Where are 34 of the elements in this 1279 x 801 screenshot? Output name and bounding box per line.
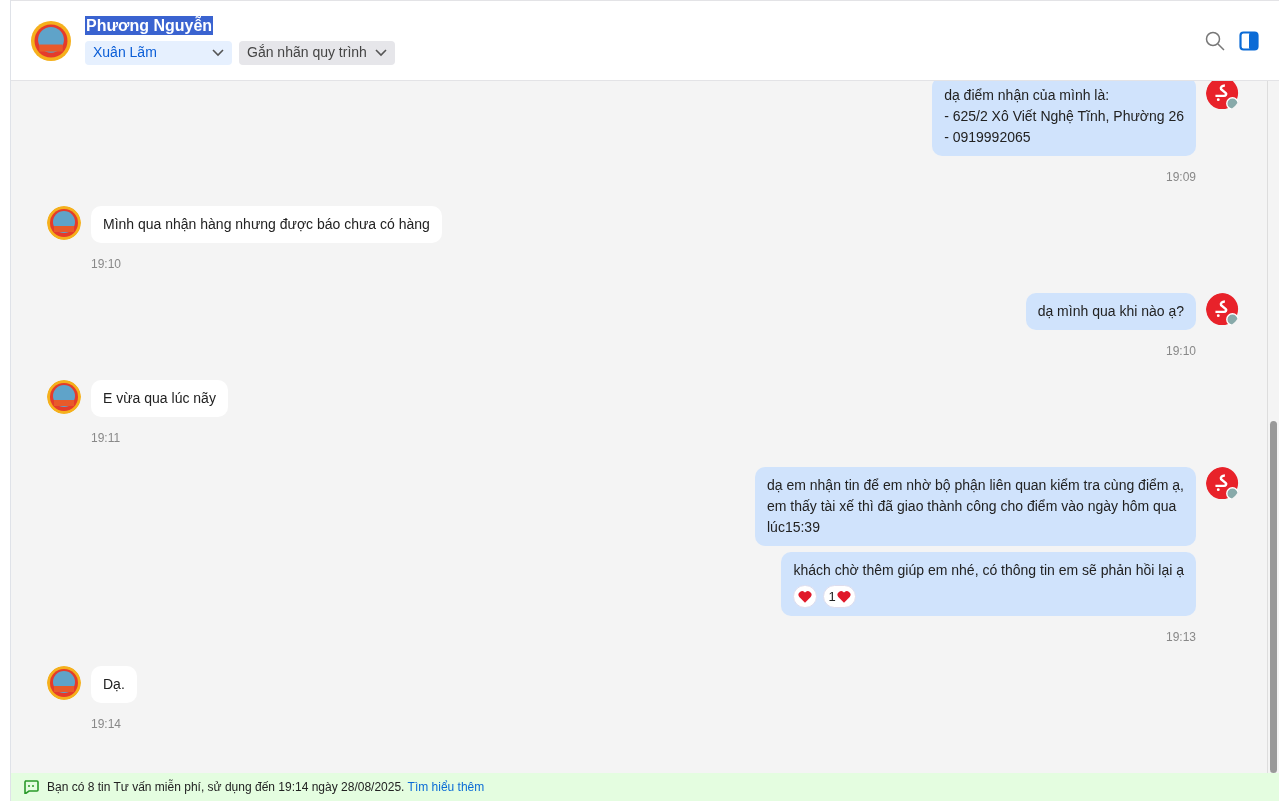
chat-icon: [23, 780, 39, 794]
message-bubble: E vừa qua lúc nãy: [91, 380, 228, 417]
message-time: 19:09: [1165, 169, 1196, 186]
chevron-down-icon: [212, 48, 224, 57]
chevron-down-icon: [374, 48, 387, 57]
message-time: 19:11: [91, 430, 122, 447]
tag-dropdown[interactable]: Gắn nhãn quy trình: [239, 40, 395, 65]
message-bubble: dạ điểm nhận của mình là: - 625/2 Xô Viết Nghệ Tĩnh, Phường 26 - 0919992065: [932, 81, 1196, 156]
message-time: 19:14: [91, 716, 123, 733]
message-bubble: khách chờ thêm giúp em nhé, có thông tin em sẽ phản hồi lại ạ 1: [781, 552, 1196, 616]
message-time: 19:10: [1165, 343, 1196, 360]
contact-avatar[interactable]: [47, 666, 81, 700]
message-time: 19:10: [91, 256, 123, 273]
message-bubble: Mình qua nhận hàng nhưng được báo chưa có hàng: [91, 206, 442, 243]
contact-avatar[interactable]: [47, 380, 81, 414]
shop-avatar[interactable]: [1206, 467, 1240, 501]
message-bubble: Dạ.: [91, 666, 137, 703]
shop-avatar[interactable]: [1206, 81, 1240, 111]
learn-more-link[interactable]: Tìm hiểu thêm: [407, 780, 485, 794]
shop-avatar[interactable]: [1206, 293, 1240, 327]
heart-icon: [836, 590, 851, 603]
footer-notice: Bạn có 8 tin Tư vấn miễn phí, sử dụng đến 19:14 ngày 28/08/2025. Tìm hiểu thêm: [47, 778, 485, 796]
assignee-dropdown[interactable]: Xuân Lãm: [85, 40, 232, 65]
message-bubble: dạ mình qua khi nào ạ?: [1025, 293, 1196, 330]
message-time: 19:13: [1165, 629, 1196, 646]
contact-name: Phương Nguyễn: [85, 16, 214, 36]
search-icon[interactable]: [1205, 30, 1225, 51]
reaction-count[interactable]: 1: [823, 585, 856, 608]
heart-icon: [798, 590, 813, 603]
contact-avatar[interactable]: [47, 206, 81, 240]
reaction-button[interactable]: [793, 585, 818, 608]
message-bubble: dạ em nhận tin để em nhờ bộ phận liên quan kiểm tra cùng điểm ạ, em thấy tài xế thì đã giao thành công cho điểm vào ngày hôm qua lúc15:39: [755, 467, 1196, 546]
contact-avatar[interactable]: [31, 20, 71, 61]
panel-toggle-icon[interactable]: [1239, 30, 1259, 51]
